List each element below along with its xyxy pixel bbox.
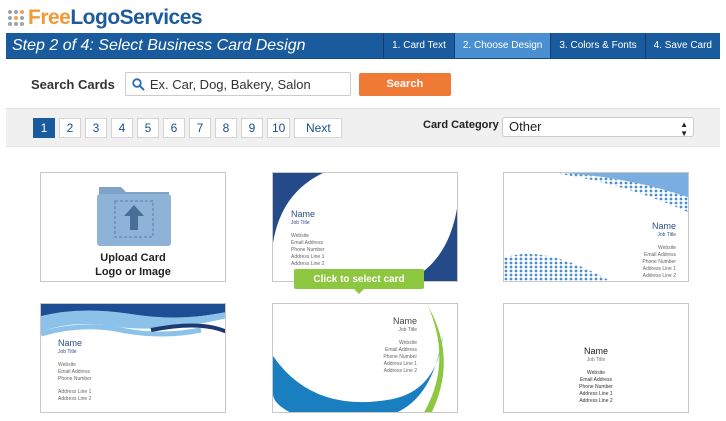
card-phone: Phone Number (291, 247, 325, 253)
card-name: Name (583, 346, 608, 356)
card-design-4[interactable]: Name Job Title Website Email Address Phone … (272, 303, 458, 413)
card-design-3[interactable]: Name Job Title Website Email Address Phone … (40, 303, 226, 413)
search-button[interactable]: Search (358, 72, 451, 96)
filter-bar: 1 2 3 4 5 6 7 8 9 10 Next Card Category … (6, 108, 720, 147)
next-page-button[interactable]: Next (294, 118, 343, 138)
card-email: Email Address (58, 369, 90, 375)
card-art (273, 306, 444, 412)
card-addr2: Address Line 2 (579, 398, 613, 404)
page-1[interactable]: 1 (33, 118, 55, 138)
logo-part1: Free (28, 6, 71, 29)
card-addr2: Address Line 2 (383, 368, 417, 374)
card-design-1[interactable]: Name Job Title Website Email Address Phone … (272, 172, 458, 282)
upload-subtitle: Logo or Image (95, 266, 171, 278)
card-email: Email Address (580, 377, 612, 383)
card-phone: Phone Number (579, 384, 613, 390)
select-arrows-icon: ▲ ▼ (680, 120, 688, 138)
card-job: Job Title (58, 349, 77, 355)
card-addr1: Address Line 1 (291, 254, 325, 260)
search-icon (132, 77, 145, 91)
page-6[interactable]: 6 (163, 118, 185, 138)
page-2[interactable]: 2 (59, 118, 81, 138)
upload-card[interactable]: Upload Card Logo or Image (40, 172, 226, 282)
upload-folder-icon (97, 187, 171, 246)
category-label: Card Category (423, 119, 499, 131)
card-job: Job Title (291, 220, 310, 226)
card-phone: Phone Number (642, 259, 676, 265)
card-addr2: Address Line 2 (291, 261, 325, 267)
page-5[interactable]: 5 (137, 118, 159, 138)
page-title: Step 2 of 4: Select Business Card Design (12, 37, 306, 54)
category-selected: Other (509, 119, 542, 134)
card-email: Email Address (291, 240, 323, 246)
card-job: Job Title (586, 357, 606, 363)
card-design-5[interactable]: Name Job Title Website Email Address Phone … (503, 303, 689, 413)
tab-choose-design[interactable]: 2. Choose Design (453, 33, 551, 58)
card-name: Name (291, 209, 316, 219)
logo[interactable]: FreeLogoServices (8, 5, 203, 31)
upload-title: Upload Card (100, 252, 166, 264)
card-name: Name (651, 221, 676, 231)
card-addr2: Address Line 2 (58, 396, 92, 402)
tab-card-text[interactable]: 1. Card Text (383, 33, 454, 58)
card-email: Email Address (385, 347, 417, 353)
card-addr1: Address Line 1 (58, 389, 92, 395)
search-input[interactable]: Ex. Car, Dog, Bakery, Salon (124, 72, 351, 96)
card-website: Website (58, 362, 76, 368)
page-3[interactable]: 3 (85, 118, 107, 138)
card-addr2: Address Line 2 (642, 273, 676, 279)
search-row: Search Cards Ex. Car, Dog, Bakery, Salon… (6, 60, 720, 108)
page-4[interactable]: 4 (111, 118, 133, 138)
card-website: Website (658, 245, 676, 251)
tab-colors-fonts[interactable]: 3. Colors & Fonts (550, 33, 644, 58)
card-name: Name (392, 316, 417, 326)
card-addr1: Address Line 1 (642, 266, 676, 272)
page-10[interactable]: 10 (267, 118, 291, 138)
search-placeholder: Ex. Car, Dog, Bakery, Salon (149, 76, 311, 92)
select-card-tooltip[interactable]: Click to select card (294, 269, 424, 294)
card-addr1: Address Line 1 (579, 391, 613, 397)
search-label: Search Cards (31, 76, 115, 92)
page-9[interactable]: 9 (241, 118, 263, 138)
card-website: Website (587, 370, 605, 376)
card-website: Website (399, 340, 417, 346)
card-phone: Phone Number (58, 376, 92, 382)
card-website: Website (291, 233, 309, 239)
card-phone: Phone Number (383, 354, 417, 360)
card-design-2[interactable]: Name Job Title Website Email Address Phone … (503, 172, 689, 282)
page-7[interactable]: 7 (189, 118, 211, 138)
card-email: Email Address (644, 252, 676, 258)
page-8[interactable]: 8 (215, 118, 237, 138)
logo-dots-icon (8, 10, 24, 26)
logo-part2: LogoServices (70, 6, 203, 29)
pagination: 1 2 3 4 5 6 7 8 9 10 Next (33, 118, 343, 138)
tab-save-card[interactable]: 4. Save Card (644, 33, 720, 58)
card-addr1: Address Line 1 (383, 361, 417, 367)
card-job: Job Title (398, 327, 417, 333)
category-select[interactable]: Other ▲ ▼ (502, 117, 694, 138)
step-header: Step 2 of 4: Select Business Card Design… (6, 33, 720, 59)
card-name: Name (58, 338, 83, 348)
card-job: Job Title (657, 232, 676, 238)
